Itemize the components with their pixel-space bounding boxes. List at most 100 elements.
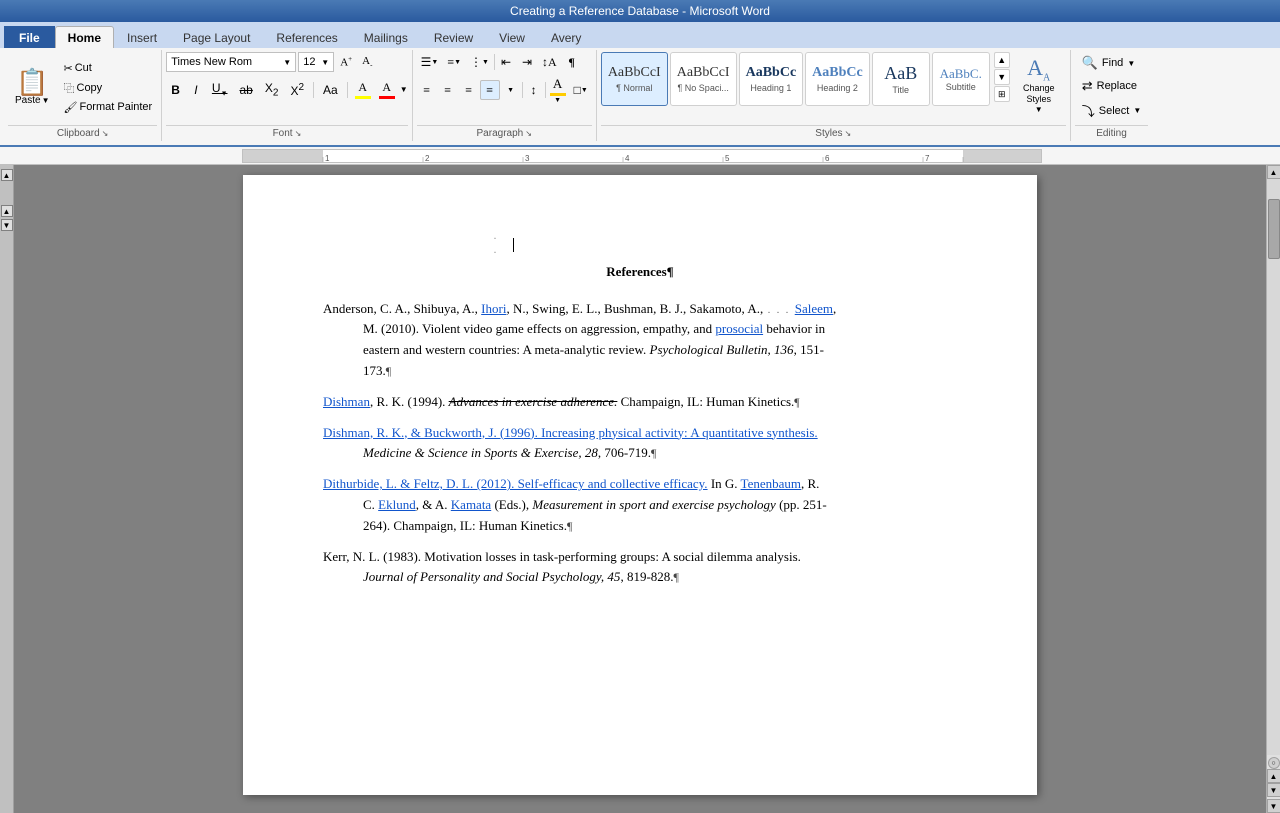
underline-button[interactable]: U▼ <box>207 79 233 99</box>
sidebar-arrow-prev[interactable]: ▲ <box>1 205 13 217</box>
sidebar-arrow-next[interactable]: ▼ <box>1 219 13 231</box>
increase-indent-button[interactable]: ⇥ <box>517 52 537 72</box>
font-color-dropdown-icon[interactable]: ▼ <box>400 85 408 94</box>
bullets-button[interactable]: ☰▼ <box>417 52 443 72</box>
change-case-button[interactable]: Aa <box>318 81 343 99</box>
eklund-link[interactable]: Eklund <box>378 497 416 512</box>
style-normal[interactable]: AaBbCcI ¶ Normal <box>601 52 668 106</box>
tenenbaum-link[interactable]: Tenenbaum <box>741 476 801 491</box>
strikethrough-button[interactable]: ab <box>235 81 258 99</box>
style-no-spacing[interactable]: AaBbCcI ¶ No Spaci... <box>670 52 737 106</box>
align-right-button[interactable]: ≡ <box>459 80 479 100</box>
styles-expand[interactable]: ⊞ <box>994 86 1010 102</box>
line-spacing-button[interactable]: ↕ <box>524 80 544 100</box>
kamata-link[interactable]: Kamata <box>451 497 491 512</box>
kerr-journal: Journal of Personality and Social Psycho… <box>363 569 620 584</box>
numbering-button[interactable]: ≡▼ <box>443 52 465 72</box>
align-center-button[interactable]: ≡ <box>438 80 458 100</box>
scroll-up-button[interactable]: ▲ <box>1267 165 1280 179</box>
style-heading2-label: Heading 2 <box>817 83 858 93</box>
dishman1996-journal: Medicine & Science in Sports & Exercise,… <box>363 445 598 460</box>
title-bar: Creating a Reference Database - Microsof… <box>0 0 1280 22</box>
clipboard-small-buttons: ✂ Cut ⿻ Copy 🖌 Format Painter <box>59 60 158 116</box>
document-scroll-area[interactable]: · · References¶ Anderson, C. A., Shibuya… <box>14 165 1266 813</box>
find-button[interactable]: 🔍 Find ▼ <box>1075 52 1143 74</box>
tab-avery[interactable]: Avery <box>538 26 594 48</box>
paragraph-expand-icon[interactable]: ↘ <box>525 129 532 138</box>
paragraph-group: ☰▼ ≡▼ ⋮▼ ⇤ ⇥ ↕A ¶ ≡ ≡ ≡ ≡ ▼ ↕ A <box>413 50 597 141</box>
ruler-bar: 1 2 3 4 5 6 7 <box>242 149 1042 163</box>
italic-button[interactable]: I <box>187 81 205 99</box>
dishman1996-link[interactable]: Dishman, R. K., & Buckworth, J. (1996). … <box>323 425 818 440</box>
tab-mailings[interactable]: Mailings <box>351 26 421 48</box>
font-size-selector[interactable]: 12 ▼ <box>298 52 334 72</box>
dishman1994-link[interactable]: Dishman <box>323 394 370 409</box>
styles-scroll: ▲ ▼ ⊞ <box>994 52 1010 102</box>
style-title[interactable]: AaB Title <box>872 52 930 106</box>
bold-button[interactable]: B <box>166 81 185 99</box>
tab-review[interactable]: Review <box>421 26 486 48</box>
tab-home[interactable]: Home <box>55 26 114 48</box>
styles-box: AaBbCcI ¶ Normal AaBbCcI ¶ No Spaci... A… <box>601 52 990 106</box>
editing-group: 🔍 Find ▼ ⇄ Replace ⤵ Select ▼ Editing <box>1071 50 1153 141</box>
style-subtitle[interactable]: AaBbC. Subtitle <box>932 52 990 106</box>
styles-scroll-down[interactable]: ▼ <box>994 69 1010 85</box>
tab-references[interactable]: References <box>263 26 350 48</box>
tab-page-layout[interactable]: Page Layout <box>170 26 263 48</box>
styles-expand-icon[interactable]: ↘ <box>845 129 852 138</box>
sort-button[interactable]: ↕A <box>538 52 561 72</box>
borders-button[interactable]: □▼ <box>570 80 592 100</box>
replace-button[interactable]: ⇄ Replace <box>1075 75 1144 97</box>
font-shrink-button[interactable]: A- <box>358 53 376 71</box>
pilcrow-5: ¶ <box>674 570 679 584</box>
scroll-next-button[interactable]: ▼ <box>1267 783 1280 797</box>
select-button[interactable]: ⤵ Select ▼ <box>1075 98 1149 123</box>
scroll-down-button[interactable]: ▼ <box>1267 799 1280 813</box>
scroll-prev-button[interactable]: ▲ <box>1267 769 1280 783</box>
find-dropdown-icon: ▼ <box>1127 59 1135 68</box>
change-styles-button[interactable]: AA ChangeStyles ▼ <box>1012 52 1066 117</box>
prosocial-link[interactable]: prosocial <box>715 321 763 336</box>
format-painter-button[interactable]: 🖌 Format Painter <box>59 99 158 116</box>
decrease-indent-button[interactable]: ⇤ <box>496 52 516 72</box>
style-normal-label: ¶ Normal <box>616 83 652 93</box>
styles-scroll-up[interactable]: ▲ <box>994 52 1010 68</box>
saleem-link[interactable]: Saleem <box>795 301 833 316</box>
ihori-link[interactable]: Ihori <box>481 301 506 316</box>
justify-dropdown-icon[interactable]: ▼ <box>501 80 521 100</box>
show-formatting-button[interactable]: ¶ <box>562 52 582 72</box>
font-label: Font ↘ <box>166 125 407 139</box>
dithurbide-line1: Dithurbide, L. & Feltz, D. L. (2012). Se… <box>323 474 957 495</box>
copy-icon: ⿻ <box>64 80 75 96</box>
svg-text:4: 4 <box>625 154 630 163</box>
dithurbide-line2: C. Eklund, & A. Kamata (Eds.), Measureme… <box>323 495 957 516</box>
clipboard-expand-icon[interactable]: ↘ <box>102 129 109 138</box>
shading-button[interactable]: A ▼ <box>547 74 569 106</box>
tab-file[interactable]: File <box>4 26 55 48</box>
dithurbide-link[interactable]: Dithurbide, L. & Feltz, D. L. (2012). Se… <box>323 476 708 491</box>
subscript-button[interactable]: X2 <box>260 79 284 100</box>
font-expand-icon[interactable]: ↘ <box>295 129 302 138</box>
select-browse-object-button[interactable]: ○ <box>1268 757 1280 769</box>
superscript-button[interactable]: X2 <box>285 80 309 100</box>
cut-button[interactable]: ✂ Cut <box>59 60 158 77</box>
cursor-line[interactable] <box>323 235 957 256</box>
paste-button[interactable]: 📋 Paste▼ <box>8 60 57 116</box>
scroll-thumb[interactable] <box>1268 199 1280 259</box>
multilevel-list-button[interactable]: ⋮▼ <box>466 52 493 72</box>
anderson-line4: 173.¶ <box>323 361 957 382</box>
style-heading1[interactable]: AaBbCc Heading 1 <box>739 52 804 106</box>
sidebar-arrow-up[interactable]: ▲ <box>1 169 13 181</box>
style-heading2[interactable]: AaBbCc Heading 2 <box>805 52 870 106</box>
scroll-track[interactable] <box>1267 179 1280 755</box>
font-family-selector[interactable]: Times New Rom ▼ <box>166 52 296 72</box>
font-color-button[interactable]: A <box>376 78 398 101</box>
justify-button[interactable]: ≡ <box>480 80 500 100</box>
font-grow-button[interactable]: A+ <box>336 53 356 71</box>
paragraph-label: Paragraph ↘ <box>417 125 592 139</box>
copy-button[interactable]: ⿻ Copy <box>59 78 158 98</box>
align-left-button[interactable]: ≡ <box>417 80 437 100</box>
text-highlight-button[interactable]: A <box>352 78 374 101</box>
tab-insert[interactable]: Insert <box>114 26 170 48</box>
tab-view[interactable]: View <box>486 26 538 48</box>
